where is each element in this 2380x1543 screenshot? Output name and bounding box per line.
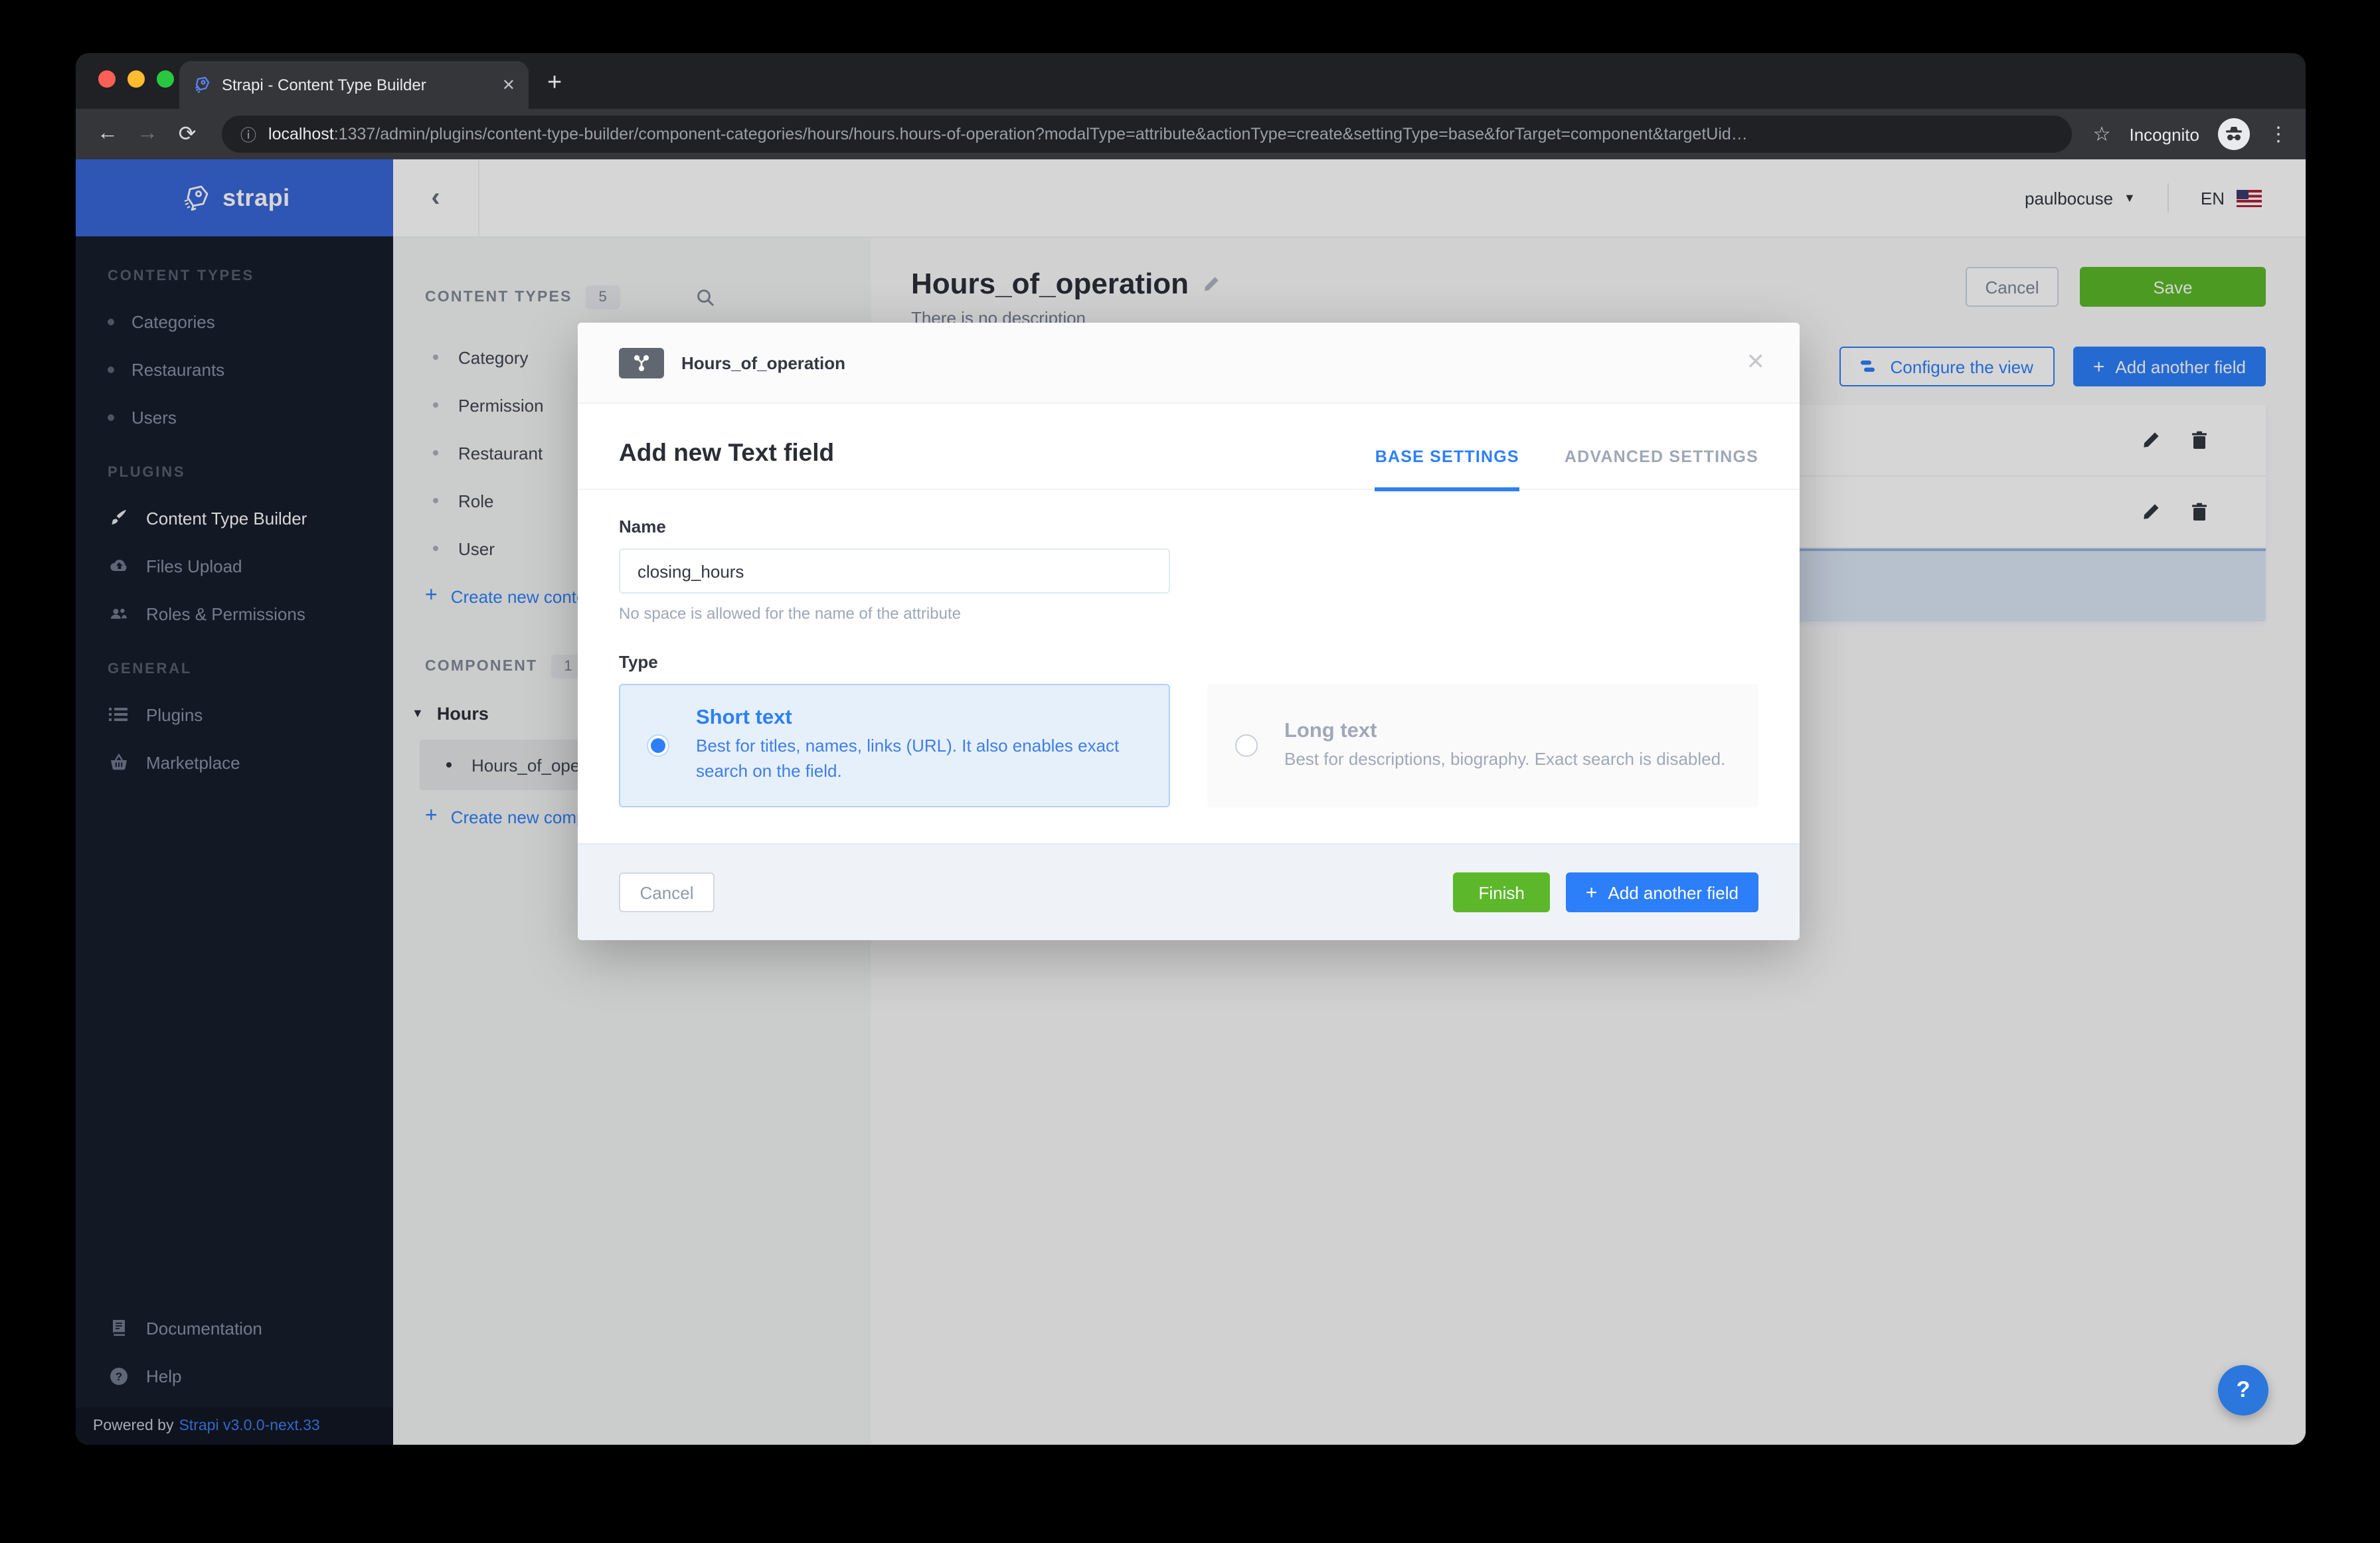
add-another-field-button-modal[interactable]: + Add another field: [1565, 872, 1758, 912]
browser-tab[interactable]: Strapi - Content Type Builder ✕: [179, 61, 529, 109]
radio-unselected-icon: [1235, 734, 1258, 757]
tab-advanced-settings[interactable]: ADVANCED SETTINGS: [1565, 447, 1758, 489]
window-controls: [98, 70, 174, 88]
url-path: :1337/admin/plugins/content-type-builder…: [333, 125, 1748, 143]
modal-tabs: BASE SETTINGS ADVANCED SETTINGS: [1375, 447, 1758, 491]
plus-icon: +: [1585, 881, 1598, 904]
tab-title: Strapi - Content Type Builder: [222, 76, 426, 94]
name-helper-text: No space is allowed for the name of the …: [619, 604, 961, 623]
new-tab-button[interactable]: +: [547, 69, 562, 98]
page-viewport: strapi CONTENT TYPES Categories Restaura…: [76, 159, 2306, 1445]
browser-toolbar: ← → ⟳ ⓘ localhost :1337/admin/plugins/co…: [76, 109, 2306, 159]
forward-icon[interactable]: →: [131, 122, 163, 146]
option-description: Best for descriptions, biography. Exact …: [1284, 748, 1726, 769]
radio-selected-icon: [647, 734, 669, 757]
modal-header: Hours_of_operation ✕: [578, 323, 1800, 404]
browser-window: Strapi - Content Type Builder ✕ + ← → ⟳ …: [76, 53, 2306, 1445]
site-info-icon[interactable]: ⓘ: [240, 123, 256, 145]
option-title: Long text: [1284, 719, 1377, 742]
add-another-field-label: Add another field: [1608, 882, 1739, 902]
modal-footer: Cancel Finish + Add another field: [578, 843, 1800, 940]
incognito-label: Incognito: [2129, 124, 2199, 144]
option-title: Short text: [696, 706, 792, 730]
favicon-strapi-icon: [193, 76, 211, 94]
tab-base-settings[interactable]: BASE SETTINGS: [1375, 447, 1519, 491]
tab-strip: Strapi - Content Type Builder ✕ +: [76, 53, 2306, 109]
modal-cancel-button[interactable]: Cancel: [619, 872, 715, 912]
maximize-window-button[interactable]: [157, 70, 174, 88]
component-icon: [619, 347, 664, 378]
help-fab-button[interactable]: ?: [2218, 1365, 2268, 1416]
screen: Strapi - Content Type Builder ✕ + ← → ⟳ …: [0, 0, 2380, 1543]
browser-menu-icon[interactable]: ⋮: [2268, 122, 2290, 146]
modal-body: Name No space is allowed for the name of…: [578, 490, 1800, 843]
url-host: localhost: [268, 125, 334, 143]
url-bar[interactable]: ⓘ localhost :1337/admin/plugins/content-…: [222, 116, 2072, 153]
finish-button[interactable]: Finish: [1453, 872, 1550, 912]
back-icon[interactable]: ←: [92, 122, 124, 146]
bookmark-star-icon[interactable]: ☆: [2093, 122, 2111, 146]
type-label: Type: [619, 652, 658, 672]
modal-heading: Add new Text field: [619, 438, 835, 466]
modal-heading-row: Add new Text field BASE SETTINGS ADVANCE…: [578, 404, 1800, 491]
option-short-text[interactable]: Short text Best for titles, names, links…: [619, 684, 1170, 807]
option-description: Best for titles, names, links (URL). It …: [696, 736, 1120, 781]
reload-icon[interactable]: ⟳: [171, 121, 203, 147]
modal-title: Hours_of_operation: [681, 353, 846, 372]
close-icon[interactable]: ✕: [1746, 349, 1766, 376]
tab-close-icon[interactable]: ✕: [502, 76, 515, 94]
name-label: Name: [619, 517, 666, 536]
incognito-icon: [2218, 118, 2250, 150]
minimize-window-button[interactable]: [128, 70, 145, 88]
name-input[interactable]: [619, 548, 1170, 594]
close-window-button[interactable]: [98, 70, 116, 88]
add-field-modal: Hours_of_operation ✕ Add new Text field …: [578, 323, 1800, 940]
option-long-text[interactable]: Long text Best for descriptions, biograp…: [1207, 684, 1758, 807]
